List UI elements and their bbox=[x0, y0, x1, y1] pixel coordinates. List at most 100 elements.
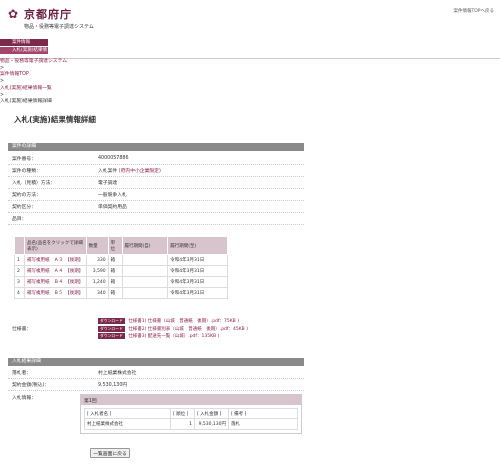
row-no: 3 bbox=[14, 276, 25, 288]
row-end: 令和4年3月31日 bbox=[167, 254, 228, 266]
bid-result-header-row: [ 入札者名 ] [ 順位 ] [ 入札金額 ] [ 備考 ] bbox=[84, 408, 298, 419]
case-details-header: 案件の詳細 bbox=[8, 143, 304, 151]
col-rank: [ 順位 ] bbox=[170, 408, 195, 419]
contract-amount-value: 9,530,130円 bbox=[98, 383, 128, 388]
item-name-link[interactable]: 補写複用紙 Ｂ５ 【後期】 bbox=[27, 291, 83, 296]
download-icon: ダウンロード bbox=[98, 318, 125, 324]
spec-file-3-link[interactable]: 仕様書3( 配送先一覧（山城）.pdf：135KB ) bbox=[128, 334, 219, 339]
bid-result-box: 第1回 [ 入札者名 ] [ 順位 ] [ 入札金額 ] [ 備考 ] 村上紙業… bbox=[80, 394, 302, 434]
row-no: 2 bbox=[14, 265, 25, 277]
info-row-case-type: 案件の種類： 入札案件 (府内中小企業限定) bbox=[8, 165, 304, 177]
col-no bbox=[14, 236, 25, 255]
breadcrumb: 物品・役務等電子調達システム > 案件情報TOP > 入札(実施)結果情報一覧 … bbox=[0, 59, 67, 106]
winner-value: 村上紙業株式会社 bbox=[98, 371, 137, 376]
case-type-label: 案件の種類： bbox=[12, 169, 41, 174]
back-to-top-link[interactable]: 案件情報TOPへ戻る bbox=[453, 8, 494, 14]
nav-tabs: 案件情報 入札(実施)結果情報 bbox=[0, 39, 48, 61]
logo-text: 京都府庁 bbox=[24, 8, 72, 21]
items-table: 品名(品名をクリックで詳細表示) 数量 単位 履行期間(自) 履行期間(至) 1… bbox=[14, 236, 228, 299]
col-name: 品名(品名をクリックで詳細表示) bbox=[23, 236, 87, 255]
row-unit: 箱 bbox=[107, 265, 123, 277]
case-type-value: 入札案件 (府内中小企業限定) bbox=[98, 167, 161, 174]
tab-case-info[interactable]: 案件情報 bbox=[0, 39, 48, 47]
col-end: 履行期間(至) bbox=[167, 236, 228, 255]
item-name-link[interactable]: 補写複用紙 Ｂ４ 【後期】 bbox=[27, 280, 83, 285]
contract-method-value: 一般競争入札 bbox=[98, 193, 127, 198]
breadcrumb-system[interactable]: 物品・役務等電子調達システム bbox=[0, 59, 67, 64]
back-to-list-button[interactable]: 一覧画面に戻る bbox=[90, 448, 130, 458]
col-start: 履行期間(自) bbox=[121, 236, 169, 255]
row-qty: 1,240 bbox=[85, 276, 109, 288]
col-amount: [ 入札金額 ] bbox=[194, 408, 229, 419]
table-row: 1 補写複用紙 Ａ３ 【後期】 330 箱 令和4年3月31日 bbox=[14, 254, 228, 266]
table-row: 2 補写複用紙 Ａ４ 【後期】 3,590 箱 令和4年3月31日 bbox=[14, 265, 228, 277]
row-end: 令和4年3月31日 bbox=[167, 265, 228, 277]
round-label: 第1回 bbox=[81, 395, 301, 405]
item-name-link[interactable]: 補写複用紙 Ａ４ 【後期】 bbox=[27, 269, 83, 274]
breadcrumb-case-top[interactable]: 案件情報TOP bbox=[0, 72, 29, 77]
info-row-bid-method: 入札（見積）方法： 電子調達 bbox=[8, 177, 304, 189]
row-unit: 箱 bbox=[107, 276, 123, 288]
col-bidder: [ 入札者名 ] bbox=[84, 408, 171, 419]
contract-type-value: 単価契約用品 bbox=[98, 205, 127, 210]
download-row: ダウンロード 仕様書1( 仕様書（山城 普通紙 後期）.pdf：75KB ) bbox=[98, 318, 248, 326]
row-no: 1 bbox=[14, 254, 25, 266]
case-type-tag: (府内中小企業限定) bbox=[118, 169, 161, 174]
bid-result-header: 入札結果詳細 bbox=[8, 358, 304, 366]
item-name-link[interactable]: 補写複用紙 Ａ３ 【後期】 bbox=[27, 258, 83, 263]
winner-label: 落札者： bbox=[12, 371, 32, 376]
case-number-value: 4000057886 bbox=[98, 156, 129, 161]
logo: ✿ 京都府庁 bbox=[8, 6, 72, 22]
bidder-note: 落札 bbox=[228, 418, 298, 430]
row-end: 令和4年3月31日 bbox=[167, 287, 228, 299]
info-row-case-number: 案件番号： 4000057886 bbox=[8, 153, 304, 165]
row-unit: 箱 bbox=[107, 254, 123, 266]
tab-bid-results[interactable]: 入札(実施)結果情報 bbox=[0, 47, 48, 61]
row-start bbox=[121, 254, 169, 266]
row-qty: 3,590 bbox=[85, 265, 109, 277]
items-table-header: 品名(品名をクリックで詳細表示) 数量 単位 履行期間(自) 履行期間(至) bbox=[14, 236, 228, 255]
info-row-contract-amount: 契約金額(税込)： 9,530,130円 bbox=[8, 379, 304, 391]
contract-amount-label: 契約金額(税込)： bbox=[12, 383, 50, 388]
bid-method-value: 電子調達 bbox=[98, 181, 118, 186]
page-title: 入札(実施)結果情報詳細 bbox=[14, 115, 96, 124]
download-icon: ダウンロード bbox=[98, 325, 125, 332]
download-row: ダウンロード 仕様書2( 仕様書別表（山城 普通紙 後期）.pdf：45KB ) bbox=[98, 325, 248, 334]
spec-label: 仕様書： bbox=[12, 326, 32, 332]
col-note: [ 備考 ] bbox=[228, 408, 298, 419]
spec-file-2-link[interactable]: 仕様書2( 仕様書別表（山城 普通紙 後期）.pdf：45KB ) bbox=[128, 327, 248, 332]
col-qty: 数量 bbox=[85, 236, 109, 255]
bidder-rank: 1 bbox=[170, 418, 195, 430]
crest-icon: ✿ bbox=[8, 7, 19, 21]
nav-divider bbox=[0, 58, 500, 59]
table-row: 村上紙業株式会社 1 9,530,130円 落札 bbox=[84, 418, 298, 430]
row-no: 4 bbox=[14, 287, 25, 299]
info-row-contract-method: 契約の方法： 一般競争入札 bbox=[8, 189, 304, 201]
bidder-amount: 9,530,130円 bbox=[194, 418, 229, 430]
row-unit: 箱 bbox=[107, 287, 123, 299]
bid-method-label: 入札（見積）方法： bbox=[12, 181, 56, 186]
spec-file-1-link[interactable]: 仕様書1( 仕様書（山城 普通紙 後期）.pdf：75KB ) bbox=[128, 319, 239, 324]
row-end: 令和4年3月31日 bbox=[167, 276, 228, 288]
breadcrumb-current: 入札(実施)結果情報詳細 bbox=[0, 99, 52, 105]
row-qty: 340 bbox=[85, 287, 109, 299]
contract-type-label: 契約区分： bbox=[12, 205, 36, 210]
case-number-label: 案件番号： bbox=[12, 157, 36, 162]
info-row-winner: 落札者： 村上紙業株式会社 bbox=[8, 367, 304, 379]
breadcrumb-separator: > bbox=[0, 79, 5, 85]
bidder-name: 村上紙業株式会社 bbox=[84, 418, 171, 430]
row-start bbox=[121, 276, 169, 288]
contract-method-label: 契約の方法： bbox=[12, 193, 41, 198]
spec-downloads: ダウンロード 仕様書1( 仕様書（山城 普通紙 後期）.pdf：75KB ) ダ… bbox=[98, 318, 248, 341]
download-row: ダウンロード 仕様書3( 配送先一覧（山城）.pdf：135KB ) bbox=[98, 333, 248, 341]
row-start bbox=[121, 287, 169, 299]
case-type-text: 入札案件 bbox=[98, 169, 118, 174]
header: ✿ 京都府庁 物品・役務等電子調達システム 案件情報TOPへ戻る bbox=[0, 0, 500, 38]
info-row-items: 品目： bbox=[8, 213, 304, 225]
bid-result-table: [ 入札者名 ] [ 順位 ] [ 入札金額 ] [ 備考 ] 村上紙業株式会社… bbox=[84, 408, 298, 430]
row-start bbox=[121, 265, 169, 277]
row-qty: 330 bbox=[85, 254, 109, 266]
breadcrumb-results-list[interactable]: 入札(実施)結果情報一覧 bbox=[0, 86, 52, 91]
col-unit: 単位 bbox=[107, 236, 123, 255]
table-row: 4 補写複用紙 Ｂ５ 【後期】 340 箱 令和4年3月31日 bbox=[14, 287, 228, 299]
